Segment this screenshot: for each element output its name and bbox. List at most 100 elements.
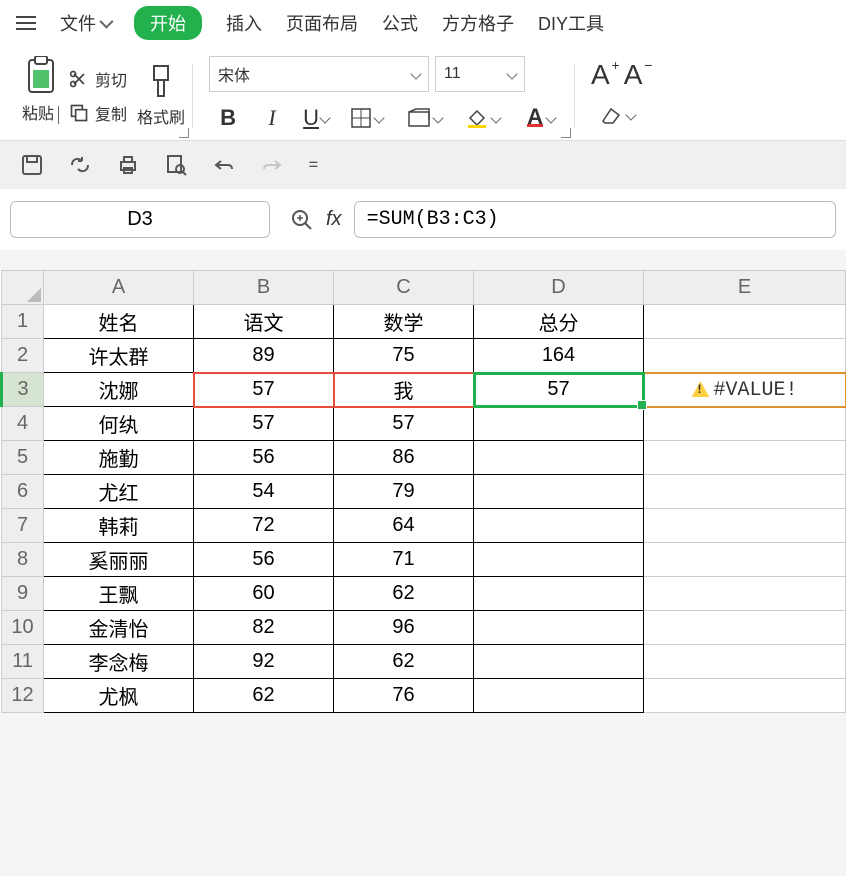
undo-icon[interactable] <box>212 153 236 177</box>
cell[interactable] <box>644 645 846 679</box>
col-header-E[interactable]: E <box>644 271 846 305</box>
cell[interactable]: 尤枫 <box>44 679 194 713</box>
cell[interactable]: 76 <box>334 679 474 713</box>
cell[interactable]: 56 <box>194 543 334 577</box>
underline-button[interactable]: U <box>297 100 335 136</box>
cell[interactable]: 82 <box>194 611 334 645</box>
tab-insert[interactable]: 插入 <box>226 10 262 36</box>
col-header-C[interactable]: C <box>334 271 474 305</box>
increase-font-button[interactable]: A+ <box>591 59 610 91</box>
cell[interactable] <box>644 305 846 339</box>
cell[interactable]: 金清怡 <box>44 611 194 645</box>
font-size-select[interactable]: 11 <box>435 56 525 92</box>
row-header[interactable]: 6 <box>2 475 44 509</box>
cell[interactable]: 57 <box>334 407 474 441</box>
cell[interactable] <box>644 509 846 543</box>
tab-start[interactable]: 开始 <box>134 6 202 40</box>
cell[interactable]: 164 <box>474 339 644 373</box>
group-expand-icon[interactable] <box>179 128 189 138</box>
cell[interactable] <box>644 475 846 509</box>
cell[interactable]: 60 <box>194 577 334 611</box>
cell[interactable] <box>474 679 644 713</box>
cell[interactable] <box>474 441 644 475</box>
more-icon[interactable] <box>308 153 324 177</box>
cell[interactable]: 56 <box>194 441 334 475</box>
fill-color-button[interactable] <box>457 100 509 136</box>
cell[interactable] <box>474 407 644 441</box>
formula-input[interactable]: =SUM(B3:C3) <box>354 201 836 238</box>
row-header[interactable]: 8 <box>2 543 44 577</box>
print-icon[interactable] <box>116 153 140 177</box>
redo-icon[interactable] <box>260 153 284 177</box>
cell[interactable] <box>474 577 644 611</box>
row-header[interactable]: 4 <box>2 407 44 441</box>
cell[interactable]: 李念梅 <box>44 645 194 679</box>
cell[interactable] <box>644 543 846 577</box>
cell[interactable]: 数学 <box>334 305 474 339</box>
cell[interactable]: 何纨 <box>44 407 194 441</box>
cell[interactable]: 我 <box>334 373 474 407</box>
row-header[interactable]: 9 <box>2 577 44 611</box>
cell[interactable] <box>644 611 846 645</box>
cell[interactable] <box>474 475 644 509</box>
cut-button[interactable]: 剪切 <box>69 67 127 91</box>
cell-style-button[interactable] <box>399 100 451 136</box>
eraser-button[interactable] <box>591 97 643 133</box>
font-name-select[interactable]: 宋体 <box>209 56 429 92</box>
cell[interactable]: 奚丽丽 <box>44 543 194 577</box>
error-cell[interactable]: #VALUE! <box>644 373 846 407</box>
cell[interactable]: 姓名 <box>44 305 194 339</box>
borders-button[interactable] <box>341 100 393 136</box>
save-icon[interactable] <box>20 153 44 177</box>
cell[interactable]: 75 <box>334 339 474 373</box>
cell[interactable]: 62 <box>194 679 334 713</box>
cell[interactable]: 王飘 <box>44 577 194 611</box>
cell[interactable]: 96 <box>334 611 474 645</box>
cell[interactable] <box>644 407 846 441</box>
paste-button[interactable]: 粘贴 <box>22 56 59 136</box>
cell[interactable] <box>474 645 644 679</box>
cell[interactable]: 韩莉 <box>44 509 194 543</box>
cell[interactable]: 62 <box>334 577 474 611</box>
decrease-font-button[interactable]: A− <box>624 59 643 91</box>
bold-button[interactable]: B <box>209 100 247 136</box>
cell[interactable]: 92 <box>194 645 334 679</box>
col-header-A[interactable]: A <box>44 271 194 305</box>
cell[interactable]: 89 <box>194 339 334 373</box>
row-header[interactable]: 11 <box>2 645 44 679</box>
cell[interactable]: 62 <box>334 645 474 679</box>
cell[interactable]: 语文 <box>194 305 334 339</box>
hamburger-icon[interactable] <box>16 16 36 30</box>
cell[interactable] <box>474 509 644 543</box>
cell[interactable]: 72 <box>194 509 334 543</box>
cell[interactable]: 57 <box>194 373 334 407</box>
row-header[interactable]: 3 <box>2 373 44 407</box>
cell[interactable]: 79 <box>334 475 474 509</box>
cell[interactable] <box>474 611 644 645</box>
italic-button[interactable]: I <box>253 100 291 136</box>
tab-formula[interactable]: 公式 <box>382 10 418 36</box>
cell[interactable]: 57 <box>194 407 334 441</box>
col-header-B[interactable]: B <box>194 271 334 305</box>
cell[interactable]: 86 <box>334 441 474 475</box>
select-all-corner[interactable] <box>2 271 44 305</box>
cell[interactable]: 总分 <box>474 305 644 339</box>
cell[interactable] <box>474 543 644 577</box>
row-header[interactable]: 5 <box>2 441 44 475</box>
preview-icon[interactable] <box>164 153 188 177</box>
row-header[interactable]: 7 <box>2 509 44 543</box>
cell[interactable] <box>644 577 846 611</box>
name-box[interactable]: D3 <box>10 201 270 238</box>
cell[interactable]: 71 <box>334 543 474 577</box>
tab-diy[interactable]: DIY工具 <box>538 10 604 36</box>
cell[interactable]: 54 <box>194 475 334 509</box>
menu-file[interactable]: 文件 <box>60 10 110 36</box>
row-header[interactable]: 2 <box>2 339 44 373</box>
tab-layout[interactable]: 页面布局 <box>286 10 358 36</box>
cell[interactable]: 尤红 <box>44 475 194 509</box>
cell[interactable]: 64 <box>334 509 474 543</box>
tab-ffgz[interactable]: 方方格子 <box>442 10 514 36</box>
cell[interactable] <box>644 441 846 475</box>
selected-cell[interactable]: 57 <box>474 373 644 407</box>
format-painter-button[interactable]: 格式刷 <box>137 56 185 136</box>
